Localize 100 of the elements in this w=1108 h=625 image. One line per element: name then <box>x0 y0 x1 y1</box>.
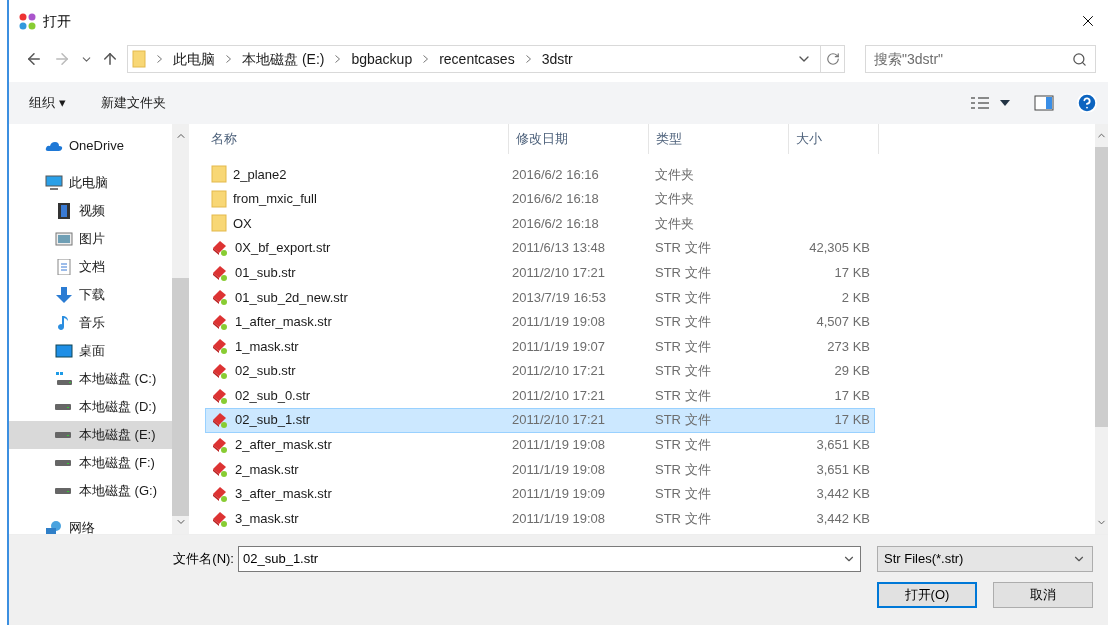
file-name: 3_mask.str <box>235 509 299 528</box>
file-row[interactable]: 1_mask.str 2011/1/19 19:07 STR 文件 273 KB <box>205 334 875 359</box>
sidebar-item[interactable]: OneDrive <box>9 132 172 160</box>
network-icon <box>45 520 63 534</box>
size-cell-text: 17 KB <box>834 263 870 282</box>
preview-pane-button[interactable] <box>1034 95 1054 111</box>
address-bar[interactable]: 此电脑 本地磁盘 (E:) bgbackup recentcases 3dstr <box>127 45 845 73</box>
file-row[interactable]: 02_sub_0.str 2011/2/10 17:21 STR 文件 17 KB <box>205 383 875 408</box>
date-cell-text: 2011/2/10 17:21 <box>511 362 606 381</box>
sidebar-item[interactable]: 本地磁盘 (F:) <box>9 449 172 477</box>
file-icon <box>211 288 229 307</box>
breadcrumb[interactable]: bgbackup <box>351 48 413 70</box>
sidebar-item[interactable]: 图片 <box>9 225 172 253</box>
drive-icon <box>55 432 71 438</box>
size-cell-text: 29 KB <box>834 362 870 381</box>
file-row[interactable]: 02_sub.str 2011/2/10 17:21 STR 文件 29 KB <box>205 358 875 384</box>
file-type-dropdown[interactable]: Str Files(*.str) <box>877 546 1093 572</box>
file-row[interactable]: 2_mask.str 2011/1/19 19:08 STR 文件 3,651 KB <box>205 457 875 482</box>
file-name: 01_sub.str <box>235 263 296 282</box>
file-name: 2_plane2 <box>233 165 287 184</box>
type-cell-text: 文件夹 <box>654 214 695 233</box>
date-cell-text: 2011/2/10 17:21 <box>511 411 606 430</box>
file-icon <box>211 239 229 258</box>
sidebar-item[interactable]: 本地磁盘 (G:) <box>9 477 172 505</box>
chevron-right-icon <box>335 55 341 63</box>
file-row[interactable]: 2_after_mask.str 2011/1/19 19:08 STR 文件 3,651 KB <box>205 432 875 458</box>
size-cell-text: 3,651 KB <box>816 460 870 479</box>
column-header[interactable]: 名称 <box>205 124 509 154</box>
file-row[interactable]: 3_after_mask.str 2011/1/19 19:09 STR 文件 3,442 KB <box>205 481 875 507</box>
drive-icon <box>55 371 73 387</box>
column-header[interactable]: 大小 <box>789 124 879 154</box>
filename-field[interactable]: 02_sub_1.str <box>243 549 842 569</box>
organize-button[interactable]: 组织 ▾ <box>29 93 66 113</box>
date-cell-text: 2011/1/19 19:09 <box>511 485 606 504</box>
sidebar-item[interactable]: 网络 <box>9 514 172 534</box>
search-box[interactable]: 搜索"3dstr" <box>865 45 1096 73</box>
file-name: 3_after_mask.str <box>235 485 332 504</box>
sidebar-item[interactable]: 桌面 <box>9 337 172 365</box>
size-cell-text: 42,305 KB <box>809 239 870 258</box>
size-cell-text: 3,442 KB <box>816 509 870 528</box>
file-row[interactable]: from_mxic_full 2016/6/2 16:18 文件夹 <box>205 186 875 212</box>
chevron-right-icon <box>423 55 429 63</box>
type-cell-text: 文件夹 <box>654 165 695 184</box>
file-row[interactable]: 01_sub.str 2011/2/10 17:21 STR 文件 17 KB <box>205 260 875 285</box>
sidebar-item[interactable]: 本地磁盘 (D:) <box>9 393 172 421</box>
sidebar-item[interactable]: 文档 <box>9 253 172 281</box>
scrollbar[interactable] <box>1095 124 1108 534</box>
file-row[interactable]: 01_sub_2d_new.str 2013/7/19 16:53 STR 文件 2 KB <box>205 284 875 310</box>
file-row[interactable]: OX 2016/6/2 16:18 文件夹 <box>205 211 875 236</box>
date-cell-text: 2011/1/19 19:07 <box>511 337 606 356</box>
drive-icon <box>55 488 71 494</box>
type-cell-text: 文件夹 <box>654 190 695 209</box>
date-cell-text: 2011/6/13 13:48 <box>511 239 606 258</box>
sidebar-item[interactable]: 本地磁盘 (C:) <box>9 365 172 393</box>
size-cell-text: 3,651 KB <box>816 436 870 455</box>
sidebar-item[interactable]: 本地磁盘 (E:) <box>9 421 172 449</box>
file-icon <box>211 485 229 503</box>
scrollbar-thumb[interactable] <box>172 277 189 517</box>
sidebar-item[interactable]: 下载 <box>9 281 172 309</box>
date-cell-text: 2011/2/10 17:21 <box>511 263 606 282</box>
caret-icon <box>1000 100 1010 106</box>
column-header[interactable]: 修改日期 <box>509 124 649 154</box>
new-folder-button[interactable]: 新建文件夹 <box>100 93 166 113</box>
sidebar-item[interactable]: 视频 <box>9 197 172 225</box>
file-name: 1_mask.str <box>235 337 299 356</box>
folder-icon <box>211 214 227 233</box>
file-row[interactable]: 2_plane2 2016/6/2 16:16 文件夹 <box>205 162 875 187</box>
file-row[interactable]: 1_after_mask.str 2011/1/19 19:08 STR 文件 4,507 KB <box>205 309 875 335</box>
breadcrumb[interactable]: 本地磁盘 (E:) <box>242 48 325 70</box>
breadcrumb[interactable]: 此电脑 <box>173 48 215 70</box>
open-button[interactable]: 打开(O) <box>877 582 977 608</box>
size-cell-text: 2 KB <box>841 288 870 307</box>
file-icon <box>211 362 229 381</box>
search-field[interactable]: 搜索"3dstr" <box>874 48 1072 70</box>
cancel-button[interactable]: 取消 <box>993 582 1093 608</box>
sidebar-item[interactable]: 此电脑 <box>9 169 172 197</box>
file-name: 2_after_mask.str <box>235 436 332 455</box>
view-options-button[interactable] <box>970 96 1010 110</box>
file-name: 2_mask.str <box>235 460 299 479</box>
type-cell-text: STR 文件 <box>654 485 712 504</box>
column-header[interactable]: 类型 <box>649 124 789 154</box>
filename-combo-box[interactable]: 02_sub_1.str <box>238 546 861 572</box>
file-row[interactable]: 02_sub_1.str 2011/2/10 17:21 STR 文件 17 KB <box>205 407 875 433</box>
file-row[interactable]: 0X_bf_export.str 2011/6/13 13:48 STR 文件 42,305 KB <box>205 235 875 261</box>
file-icon <box>211 509 229 528</box>
sidebar-item[interactable]: 音乐 <box>9 309 172 337</box>
file-row[interactable]: 3_mask.str 2011/1/19 19:08 STR 文件 3,442 KB <box>205 506 875 531</box>
file-icon <box>211 460 229 479</box>
chevron-right-icon <box>226 55 231 63</box>
type-cell-text: STR 文件 <box>654 436 712 455</box>
scrollbar-thumb[interactable] <box>1095 147 1108 427</box>
chevron-right-icon <box>525 55 531 63</box>
breadcrumb[interactable]: 3dstr <box>541 48 573 70</box>
date-cell-text: 2013/7/19 16:53 <box>511 288 607 307</box>
breadcrumb[interactable]: recentcases <box>439 48 515 70</box>
drive-icon <box>55 460 71 466</box>
help-button[interactable] <box>1076 92 1098 114</box>
scrollbar[interactable] <box>172 124 189 534</box>
chevron-right-icon <box>157 55 162 63</box>
preview-pane-icon <box>1034 95 1054 111</box>
